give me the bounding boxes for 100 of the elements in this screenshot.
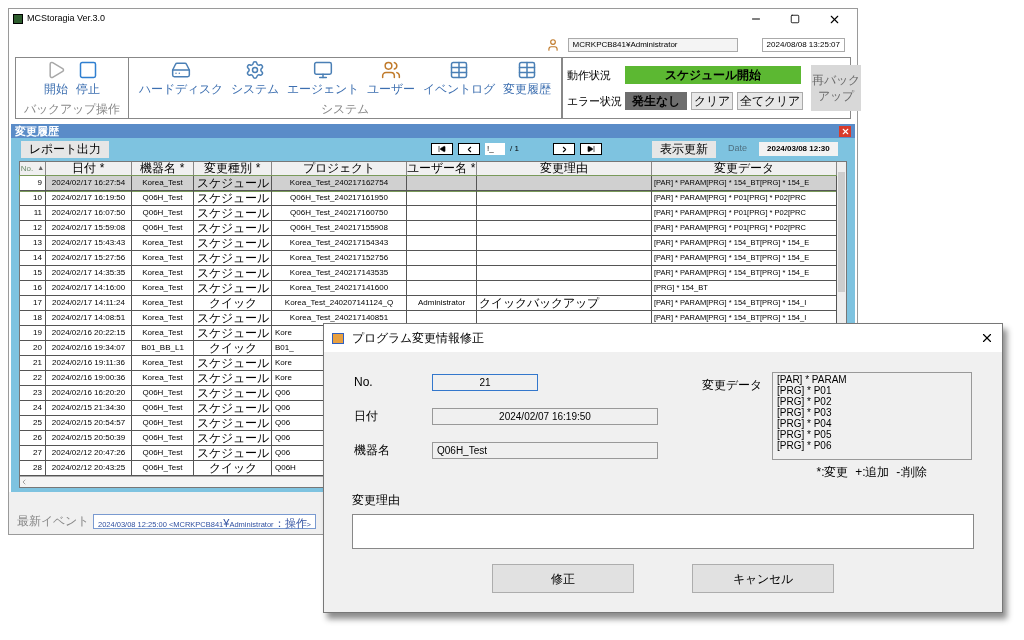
date-label: Date <box>728 142 747 156</box>
reason-textarea[interactable] <box>352 514 974 549</box>
column-header[interactable]: 機器名 * <box>132 162 194 176</box>
toolbar-button[interactable]: ハードディスク <box>137 60 225 96</box>
table-cell: Q06H_Test <box>142 447 183 459</box>
list-item: [PRG] * P03 <box>777 407 833 418</box>
table-cell: 20 <box>33 342 42 354</box>
field-label: 変更データ <box>702 377 762 394</box>
table-cell: スケジュール <box>196 176 269 190</box>
field-label: 変更理由 <box>352 492 401 509</box>
table-cell: 2024/02/12 20:43:25 <box>51 462 126 474</box>
table-cell: 2024/02/17 14:35:35 <box>51 267 126 279</box>
ok-button[interactable]: 修正 <box>492 564 634 593</box>
table-cell: Q06H_Test <box>142 462 183 474</box>
previous-page-button[interactable] <box>458 143 480 155</box>
table-cell: Korea_Test <box>142 297 183 309</box>
table-cell: B01_BB_L1 <box>141 342 184 354</box>
input-field[interactable]: Q06H_Test <box>432 441 658 459</box>
date-field: 2024/03/08 12:30 <box>759 142 838 156</box>
list-item: [PRG] * P01 <box>777 385 833 396</box>
gear-icon <box>245 60 265 80</box>
toolbar-button[interactable]: ユーザー <box>365 60 417 96</box>
datetime-field: 2024/08/08 13:25:07 <box>761 38 845 52</box>
first-page-icon <box>438 145 446 153</box>
table-cell: スケジュール <box>196 206 269 220</box>
column-header[interactable]: 変更理由 <box>477 162 652 176</box>
last-page-icon <box>587 145 595 153</box>
last-page-button[interactable] <box>580 143 602 155</box>
table-cell: 2024/02/12 20:47:26 <box>51 447 126 459</box>
table-cell: 24 <box>33 402 42 414</box>
toolbar-button[interactable]: 停止 <box>74 60 102 96</box>
table-cell: Q06H_Test <box>142 432 183 444</box>
input-field[interactable]: 21 <box>432 373 538 391</box>
panel-title: 変更履歴 <box>15 124 59 138</box>
cancel-button[interactable]: キャンセル <box>692 564 834 593</box>
table-cell: Korea_Test <box>142 237 183 249</box>
table-cell: Q06 <box>275 387 291 399</box>
table-cell: スケジュール <box>196 221 269 235</box>
column-header[interactable]: 変更データ <box>652 162 837 176</box>
maximize-icon[interactable] <box>790 14 800 24</box>
operation-status: スケジュール開始 <box>625 66 801 84</box>
table-cell: 2024/02/17 15:59:08 <box>51 222 126 234</box>
status-label: 動作状況 <box>567 67 612 83</box>
toolbar-button[interactable]: イベントログ <box>421 60 497 96</box>
table-icon <box>449 60 469 80</box>
toolbar-button[interactable]: システム <box>229 60 281 96</box>
table-cell: 15 <box>33 267 42 279</box>
table-cell: スケジュール <box>196 446 269 460</box>
clear-button[interactable]: 全てクリア <box>737 92 803 110</box>
column-header[interactable]: 変更種別 * <box>194 162 272 176</box>
table-cell: 2024/02/16 19:34:07 <box>51 342 126 354</box>
table-cell: Korea_Test_240217141600 <box>289 282 389 294</box>
column-header[interactable]: 日付 * <box>46 162 132 176</box>
table-cell: 2024/02/17 16:19:50 <box>51 192 126 204</box>
close-icon[interactable] <box>980 331 994 345</box>
table-cell: B01_ <box>275 342 294 354</box>
table-cell: スケジュール <box>196 326 269 340</box>
table-cell: スケジュール <box>196 431 269 445</box>
table-cell: 21 <box>33 357 42 369</box>
table-cell: スケジュール <box>196 386 269 400</box>
first-page-button[interactable] <box>431 143 453 155</box>
next-page-button[interactable] <box>553 143 575 155</box>
table-cell: 13 <box>33 237 42 249</box>
table-cell: Korea_Test <box>142 327 183 339</box>
table-cell: 28 <box>33 462 42 474</box>
field-label: 日付 <box>354 408 379 425</box>
stop-icon <box>78 60 98 80</box>
toolbar-button[interactable]: エージェント <box>285 60 361 96</box>
table-cell: Q06H_Test <box>142 207 183 219</box>
table-cell: Korea_Test <box>142 312 183 324</box>
table-cell: Korea_Test <box>142 357 183 369</box>
table-cell: Q06 <box>275 417 291 429</box>
table-cell: 2024/02/16 20:22:15 <box>51 327 126 339</box>
page-input[interactable]: !_ <box>485 143 505 155</box>
table-cell: Q06H_Test <box>142 387 183 399</box>
group-label: バックアップ操作 <box>24 102 120 116</box>
table-cell: 22 <box>33 372 42 384</box>
table-cell: Q06H_Test_240217161950 <box>290 192 388 204</box>
table-cell: 11 <box>33 207 42 219</box>
report-button[interactable]: レポート出力 <box>21 140 109 158</box>
column-header[interactable]: プロジェクト <box>272 162 407 176</box>
dialog-app-icon <box>332 332 344 344</box>
input-field[interactable]: 2024/02/07 16:19:50 <box>432 407 658 425</box>
panel-close-button[interactable] <box>839 125 851 137</box>
table-cell: Korea_Test_240217140851 <box>289 312 389 324</box>
table-cell: Korea_Test <box>142 372 183 384</box>
table-cell: スケジュール <box>196 311 269 325</box>
table-cell: Korea_Test_240217143535 <box>289 267 389 279</box>
clear-button[interactable]: クリア <box>691 92 733 110</box>
table-cell: Q06 <box>275 432 291 444</box>
table-cell: 19 <box>33 327 42 339</box>
change-data-list[interactable]: [PAR] * PARAM [PRG] * P01 [PRG] * P02 [PRG] * P03 [PRG] * P04 [PRG] * P05 [PRG] * P06 <box>772 372 972 460</box>
table-cell: スケジュール <box>196 416 269 430</box>
table-cell: Korea_Test <box>142 177 183 189</box>
table-cell: Q06H_Test <box>142 192 183 204</box>
table-cell: 12 <box>33 222 42 234</box>
refresh-button[interactable]: 表示更新 <box>652 140 716 158</box>
field-label: No. <box>354 374 374 391</box>
column-header[interactable]: ユーザー名 * <box>407 162 477 176</box>
toolbar-button[interactable]: 変更履歴 <box>501 60 553 96</box>
